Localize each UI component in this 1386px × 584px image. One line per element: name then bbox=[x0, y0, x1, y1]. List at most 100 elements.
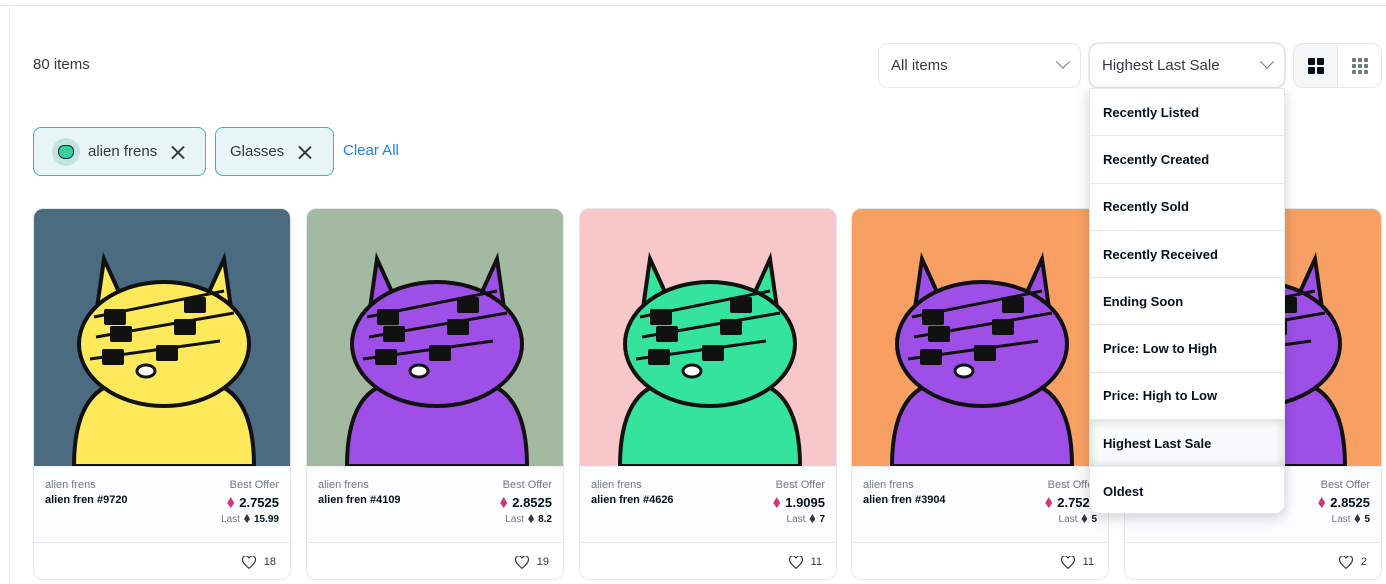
large-grid-button[interactable] bbox=[1294, 44, 1338, 87]
heart-icon[interactable] bbox=[241, 555, 256, 569]
nft-info: alien frens alien fren #4109 Best Offer … bbox=[307, 466, 563, 542]
last-sale: Last 15.99 bbox=[221, 514, 279, 525]
nft-card[interactable]: alien frens alien fren #3904 Best Offer … bbox=[851, 208, 1109, 580]
view-toggle bbox=[1293, 43, 1382, 88]
card-footer: 11 bbox=[580, 542, 836, 579]
last-sale-value: 5 bbox=[1091, 514, 1097, 525]
sort-option[interactable]: Recently Created bbox=[1090, 136, 1284, 184]
nft-name: alien fren #4109 bbox=[318, 494, 401, 506]
collection-name: alien frens bbox=[45, 479, 96, 491]
close-icon[interactable] bbox=[171, 145, 185, 159]
sort-option-selected[interactable]: Highest Last Sale bbox=[1090, 420, 1284, 468]
card-footer: 19 bbox=[307, 542, 563, 579]
price-value: 2.8525 bbox=[1330, 495, 1370, 510]
eth-icon bbox=[1045, 497, 1053, 508]
close-icon[interactable] bbox=[298, 145, 312, 159]
nft-card[interactable]: alien frens alien fren #4626 Best Offer … bbox=[579, 208, 837, 580]
eth-icon bbox=[500, 497, 508, 508]
card-footer: 2 bbox=[1125, 542, 1381, 579]
card-footer: 11 bbox=[852, 542, 1108, 579]
last-sale: Last 8.2 bbox=[505, 514, 552, 525]
nft-image[interactable] bbox=[580, 209, 836, 466]
large-grid-icon bbox=[1307, 57, 1324, 74]
last-sale-value: 15.99 bbox=[253, 514, 279, 525]
sort-option[interactable]: Ending Soon bbox=[1090, 278, 1284, 326]
heart-icon[interactable] bbox=[514, 555, 529, 569]
sort-select-value: Highest Last Sale bbox=[1102, 57, 1220, 74]
nft-image[interactable] bbox=[307, 209, 563, 466]
sort-option[interactable]: Recently Listed bbox=[1090, 89, 1284, 137]
last-sale-value: 7 bbox=[819, 514, 825, 525]
best-offer-price: 2.7525 bbox=[227, 495, 279, 510]
nft-info: alien frens alien fren #3904 Best Offer … bbox=[852, 466, 1108, 542]
eth-icon bbox=[227, 497, 235, 508]
chip-label: Glasses bbox=[230, 143, 285, 160]
like-count: 18 bbox=[263, 556, 276, 568]
best-offer-price: 2.8525 bbox=[500, 495, 552, 510]
filter-chip-collection[interactable]: alien frens bbox=[33, 127, 206, 176]
eth-icon bbox=[773, 497, 781, 508]
price-value: 1.9095 bbox=[785, 495, 825, 510]
filter-chip-trait[interactable]: Glasses bbox=[215, 127, 334, 176]
nft-info: alien frens alien fren #4626 Best Offer … bbox=[580, 466, 836, 542]
sort-select[interactable]: Highest Last Sale bbox=[1089, 43, 1285, 88]
nft-image[interactable] bbox=[852, 209, 1108, 466]
heart-icon[interactable] bbox=[788, 555, 803, 569]
sort-option[interactable]: Price: Low to High bbox=[1090, 325, 1284, 373]
last-sale: Last 5 bbox=[1332, 514, 1370, 525]
collection-name: alien frens bbox=[318, 479, 369, 491]
filter-select[interactable]: All items bbox=[878, 43, 1081, 88]
chevron-down-icon bbox=[1055, 54, 1071, 69]
nft-name: alien fren #4626 bbox=[591, 494, 674, 506]
small-grid-button[interactable] bbox=[1338, 44, 1381, 87]
like-count: 11 bbox=[810, 556, 822, 568]
last-sale: Last 7 bbox=[787, 514, 825, 525]
nft-info: alien frens alien fren #9720 Best Offer … bbox=[34, 466, 290, 542]
nft-card[interactable]: alien frens alien fren #4109 Best Offer … bbox=[306, 208, 564, 580]
nft-card[interactable]: alien frens alien fren #9720 Best Offer … bbox=[33, 208, 291, 580]
collection-avatar bbox=[52, 137, 80, 166]
price-value: 2.7525 bbox=[239, 495, 279, 510]
sort-option[interactable]: Recently Sold bbox=[1090, 184, 1284, 231]
sort-option[interactable]: Oldest bbox=[1090, 467, 1284, 513]
collection-name: alien frens bbox=[863, 479, 914, 491]
last-label: Last bbox=[505, 514, 525, 525]
eth-icon bbox=[1318, 497, 1326, 508]
best-offer-price: 2.8525 bbox=[1318, 495, 1370, 510]
price-value: 2.8525 bbox=[512, 495, 552, 510]
best-offer-label: Best Offer bbox=[502, 479, 552, 491]
chip-label: alien frens bbox=[88, 143, 158, 160]
sort-option[interactable]: Recently Received bbox=[1090, 231, 1284, 279]
filter-select-value: All items bbox=[891, 57, 948, 74]
like-count: 11 bbox=[1082, 556, 1094, 568]
sort-dropdown-menu: Recently Listed Recently Created Recentl… bbox=[1089, 88, 1285, 514]
last-label: Last bbox=[221, 514, 240, 525]
eth-icon bbox=[809, 514, 816, 523]
like-count: 2 bbox=[1360, 556, 1367, 568]
last-label: Last bbox=[786, 514, 806, 525]
sort-option[interactable]: Price: High to Low bbox=[1090, 373, 1284, 421]
last-label: Last bbox=[1331, 514, 1351, 525]
eth-icon bbox=[243, 514, 250, 523]
best-offer-price: 1.9095 bbox=[773, 495, 825, 510]
heart-icon[interactable] bbox=[1338, 555, 1353, 569]
best-offer-label: Best Offer bbox=[775, 479, 825, 491]
card-footer: 18 bbox=[34, 542, 290, 579]
last-sale-value: 5 bbox=[1364, 514, 1370, 525]
nft-name: alien fren #3904 bbox=[863, 494, 946, 506]
best-offer-label: Best Offer bbox=[229, 479, 279, 491]
left-rail bbox=[0, 6, 10, 584]
heart-icon[interactable] bbox=[1060, 555, 1075, 569]
eth-icon bbox=[528, 514, 535, 523]
nft-image[interactable] bbox=[34, 209, 290, 466]
item-count: 80 items bbox=[33, 56, 90, 73]
collection-name: alien frens bbox=[591, 479, 642, 491]
chevron-down-icon bbox=[1259, 54, 1275, 69]
clear-all-link[interactable]: Clear All bbox=[343, 142, 399, 159]
last-sale: Last 5 bbox=[1059, 514, 1097, 525]
eth-icon bbox=[1081, 514, 1088, 523]
last-sale-value: 8.2 bbox=[538, 514, 552, 525]
like-count: 19 bbox=[536, 556, 549, 568]
eth-icon bbox=[1354, 514, 1361, 523]
best-offer-label: Best Offer bbox=[1320, 479, 1370, 491]
